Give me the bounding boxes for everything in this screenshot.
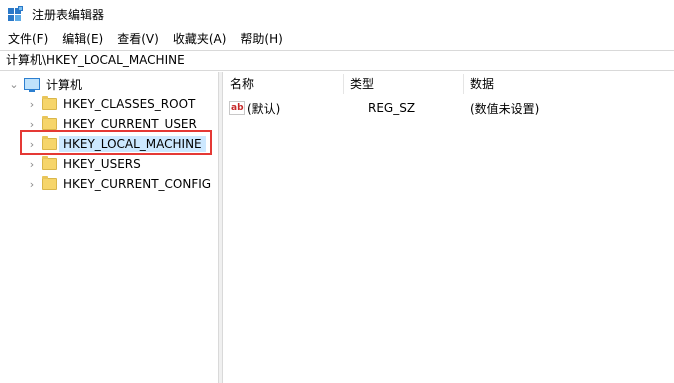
regedit-app-icon bbox=[8, 6, 24, 22]
title-bar: 注册表编辑器 bbox=[0, 0, 674, 28]
key-tree-pane: ⌄ 计算机 › HKEY_CLASSES_ROOT › HKEY_CURRENT… bbox=[0, 72, 218, 383]
computer-icon bbox=[24, 78, 40, 92]
menu-favorites[interactable]: 收藏夹(A) bbox=[166, 29, 234, 49]
value-data: (数值未设置) bbox=[470, 101, 540, 116]
tree-item-hkey-classes-root[interactable]: › HKEY_CLASSES_ROOT bbox=[26, 94, 195, 114]
menu-file[interactable]: 文件(F) bbox=[0, 29, 55, 49]
tree-item-label: HKEY_USERS bbox=[63, 157, 141, 171]
tree-item-hkey-current-config[interactable]: › HKEY_CURRENT_CONFIG bbox=[26, 174, 211, 194]
menu-bar: 文件(F) 编辑(E) 查看(V) 收藏夹(A) 帮助(H) bbox=[0, 29, 674, 49]
string-value-icon: ab bbox=[229, 101, 245, 115]
column-header-type[interactable]: 类型 bbox=[343, 72, 463, 96]
tree-item-label: 计算机 bbox=[46, 77, 83, 92]
folder-icon bbox=[42, 96, 57, 110]
highlight-annotation-box bbox=[20, 130, 212, 155]
tree-item-label: HKEY_CURRENT_CONFIG bbox=[63, 177, 212, 191]
chevron-right-icon[interactable]: › bbox=[26, 118, 38, 131]
window-title: 注册表编辑器 bbox=[32, 7, 105, 22]
menu-help[interactable]: 帮助(H) bbox=[233, 29, 289, 49]
value-name: (默认) bbox=[247, 101, 281, 116]
column-header-name[interactable]: 名称 bbox=[223, 72, 343, 96]
list-item[interactable]: ab (默认) REG_SZ (数值未设置) bbox=[229, 98, 669, 118]
menu-view[interactable]: 查看(V) bbox=[110, 29, 166, 49]
chevron-right-icon[interactable]: › bbox=[26, 178, 38, 191]
tree-item-label: HKEY_CURRENT_USER bbox=[63, 117, 197, 131]
chevron-down-icon[interactable]: ⌄ bbox=[8, 78, 20, 91]
folder-icon bbox=[42, 116, 57, 130]
value-type: REG_SZ bbox=[368, 101, 416, 115]
menu-edit[interactable]: 编辑(E) bbox=[55, 29, 110, 49]
tree-item-label: HKEY_CLASSES_ROOT bbox=[63, 97, 196, 111]
chevron-right-icon[interactable]: › bbox=[26, 158, 38, 171]
folder-icon bbox=[42, 176, 57, 190]
chevron-right-icon[interactable]: › bbox=[26, 98, 38, 111]
tree-item-hkey-users[interactable]: › HKEY_USERS bbox=[26, 154, 141, 174]
column-header-data[interactable]: 数据 bbox=[463, 72, 623, 96]
values-list-pane: 名称 类型 数据 ab (默认) REG_SZ (数值未设置) bbox=[223, 72, 674, 383]
folder-icon bbox=[42, 156, 57, 170]
tree-item-computer[interactable]: ⌄ 计算机 bbox=[8, 74, 82, 94]
address-bar[interactable]: 计算机\HKEY_LOCAL_MACHINE bbox=[0, 50, 674, 71]
